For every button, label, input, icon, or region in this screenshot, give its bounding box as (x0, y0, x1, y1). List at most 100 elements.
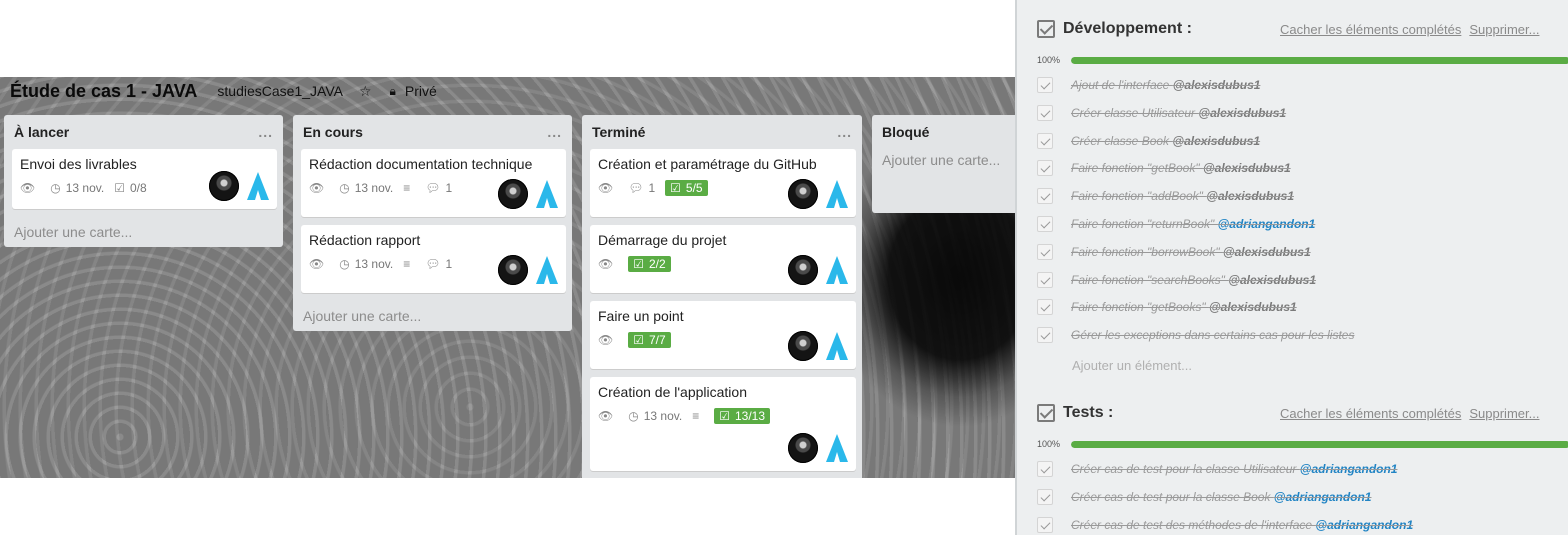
checklist-title[interactable]: Tests : (1063, 404, 1263, 422)
card[interactable]: Envoi des livrables 👁︎ ◷ 13 nov. ☑ 0/8 (12, 149, 277, 209)
list-menu-button[interactable]: ... (547, 124, 562, 140)
avatar[interactable] (498, 179, 528, 209)
mention[interactable]: @adriangandon1 (1315, 518, 1413, 532)
avatar[interactable] (536, 180, 558, 208)
checklist-title[interactable]: Développement : (1063, 20, 1263, 38)
card[interactable]: Rédaction rapport 👁︎ ◷ 13 nov. ≡ 💬︎ 1 (301, 225, 566, 293)
checklist-item[interactable]: Faire fonction "searchBooks" @alexisdubu… (1037, 266, 1567, 294)
star-icon[interactable]: ☆ (359, 83, 372, 100)
checkbox-icon[interactable] (1037, 188, 1053, 205)
mention[interactable]: @adriangandon1 (1300, 462, 1398, 476)
checklist-item[interactable]: Créer cas de test pour la classe Utilisa… (1037, 455, 1567, 483)
checkbox-icon[interactable] (1037, 104, 1053, 121)
checklist-item-text[interactable]: Faire fonction "addBook" @alexisdubus1 (1071, 189, 1294, 203)
mention[interactable]: @alexisdubus1 (1172, 134, 1260, 148)
list-title[interactable]: Terminé (592, 124, 645, 140)
avatar[interactable] (247, 172, 269, 200)
checkbox-icon[interactable] (1037, 488, 1053, 505)
checklist-item[interactable]: Faire fonction "getBooks" @alexisdubus1 (1037, 293, 1567, 321)
add-item-button[interactable]: Ajouter un élément... (1072, 358, 1192, 373)
checklist-item[interactable]: Gérer les exceptions dans certains cas p… (1037, 321, 1567, 349)
card[interactable]: Création de l'application 👁︎ ◷ 13 nov. ≡ … (590, 377, 856, 471)
checklist-item-text[interactable]: Créer classe Book @alexisdubus1 (1071, 134, 1260, 148)
checkbox-icon[interactable] (1037, 216, 1053, 232)
hide-completed-link[interactable]: Cacher les éléments complétés (1280, 406, 1461, 421)
checkbox-icon[interactable] (1037, 160, 1053, 177)
avatar[interactable] (209, 171, 239, 201)
visibility-button[interactable]: 🔒︎ Privé (390, 83, 437, 99)
list-menu-button[interactable]: ... (837, 124, 852, 140)
checklist-item[interactable]: Créer classe Utilisateur @alexisdubus1 (1037, 99, 1567, 127)
avatar[interactable] (788, 433, 818, 463)
avatar[interactable] (826, 332, 848, 360)
card[interactable]: Rédaction documentation technique 👁︎ ◷ 13… (301, 149, 566, 217)
mention[interactable]: @adriangandon1 (1218, 217, 1316, 231)
checklist-item[interactable]: Faire fonction "returnBook" @adriangando… (1037, 210, 1567, 238)
checklist-item-text[interactable]: Créer cas de test pour la classe Book @a… (1071, 490, 1371, 504)
checklist-item[interactable]: Créer classe Book @alexisdubus1 (1037, 127, 1567, 155)
checkbox-icon[interactable] (1037, 461, 1053, 477)
card-title: Création de l'application (598, 384, 747, 400)
mention[interactable]: @alexisdubus1 (1228, 273, 1316, 287)
mention[interactable]: @alexisdubus1 (1173, 78, 1261, 92)
avatar[interactable] (788, 255, 818, 285)
card-members (788, 331, 848, 361)
card[interactable]: Création et paramétrage du GitHub 👁︎ 💬︎ 1… (590, 149, 856, 217)
mention[interactable]: @alexisdubus1 (1203, 161, 1291, 175)
avatar[interactable] (788, 179, 818, 209)
hide-completed-link[interactable]: Cacher les éléments complétés (1280, 22, 1461, 37)
checklist-item[interactable]: Faire fonction "getBook" @alexisdubus1 (1037, 154, 1567, 182)
checklist-item[interactable]: Faire fonction "borrowBook" @alexisdubus… (1037, 238, 1567, 266)
add-card-button[interactable]: Ajouter une carte... (880, 149, 1015, 171)
checklist-item[interactable]: Faire fonction "addBook" @alexisdubus1 (1037, 182, 1567, 210)
avatar[interactable] (826, 434, 848, 462)
checklist-item-text[interactable]: Créer cas de test des méthodes de l'inte… (1071, 518, 1413, 532)
checkbox-icon[interactable] (1037, 77, 1053, 93)
checklist-item-text[interactable]: Ajout de l'interface @alexisdubus1 (1071, 78, 1260, 92)
delete-checklist-link[interactable]: Supprimer... (1469, 406, 1539, 421)
list-en-cours: En cours ... Rédaction documentation tec… (293, 115, 572, 331)
watch-badge: 👁︎ (598, 333, 618, 347)
checklist-item-text[interactable]: Créer classe Utilisateur @alexisdubus1 (1071, 106, 1286, 120)
avatar[interactable] (826, 180, 848, 208)
checkbox-icon[interactable] (1037, 327, 1053, 344)
checklist-item-text[interactable]: Faire fonction "searchBooks" @alexisdubu… (1071, 273, 1316, 287)
mention[interactable]: @alexisdubus1 (1223, 245, 1311, 259)
checkbox-icon[interactable] (1037, 516, 1053, 533)
checklist-item-text[interactable]: Faire fonction "getBook" @alexisdubus1 (1071, 161, 1291, 175)
checkbox-icon[interactable] (1037, 271, 1053, 288)
checklist-item[interactable]: Créer cas de test des méthodes de l'inte… (1037, 511, 1567, 535)
list-title[interactable]: En cours (303, 124, 363, 140)
avatar[interactable] (498, 255, 528, 285)
card[interactable]: Faire un point 👁︎ ☑ 7/7 (590, 301, 856, 369)
list-menu-button[interactable]: ... (258, 124, 273, 140)
checkbox-icon[interactable] (1037, 299, 1053, 316)
mention[interactable]: @alexisdubus1 (1209, 300, 1297, 314)
checklist-item-text[interactable]: Créer cas de test pour la classe Utilisa… (1071, 462, 1397, 476)
list-title[interactable]: Bloqué (882, 124, 929, 140)
list-title[interactable]: À lancer (14, 124, 69, 140)
avatar[interactable] (788, 331, 818, 361)
add-card-button[interactable]: Ajouter une carte... (12, 217, 277, 247)
avatar[interactable] (536, 256, 558, 284)
checklist-item[interactable]: Créer cas de test pour la classe Book @a… (1037, 483, 1567, 511)
checkbox-icon[interactable] (1037, 132, 1053, 149)
card[interactable]: Démarrage du projet 👁︎ ☑ 2/2 (590, 225, 856, 293)
checkbox-icon[interactable] (1037, 243, 1053, 260)
checklist-item-text[interactable]: Faire fonction "borrowBook" @alexisdubus… (1071, 245, 1311, 259)
mention[interactable]: @alexisdubus1 (1198, 106, 1286, 120)
checklist-item-text[interactable]: Gérer les exceptions dans certains cas p… (1071, 328, 1354, 342)
checkbox-icon: ☑ (670, 181, 681, 195)
checklist-item-text[interactable]: Faire fonction "getBooks" @alexisdubus1 (1071, 300, 1297, 314)
avatar[interactable] (826, 256, 848, 284)
mention[interactable]: @alexisdubus1 (1206, 189, 1294, 203)
board-org[interactable]: studiesCase1_JAVA (217, 83, 343, 99)
checklist-item-text[interactable]: Faire fonction "returnBook" @adriangando… (1071, 217, 1315, 231)
due-date-badge: ◷ 13 nov. (628, 409, 683, 423)
delete-checklist-link[interactable]: Supprimer... (1469, 22, 1539, 37)
description-icon: ≡ (403, 181, 411, 195)
checklist-item[interactable]: Ajout de l'interface @alexisdubus1 (1037, 71, 1567, 99)
board-title[interactable]: Étude de cas 1 - JAVA (10, 81, 197, 102)
mention[interactable]: @adriangandon1 (1274, 490, 1372, 504)
add-card-button[interactable]: Ajouter une carte... (301, 301, 566, 331)
